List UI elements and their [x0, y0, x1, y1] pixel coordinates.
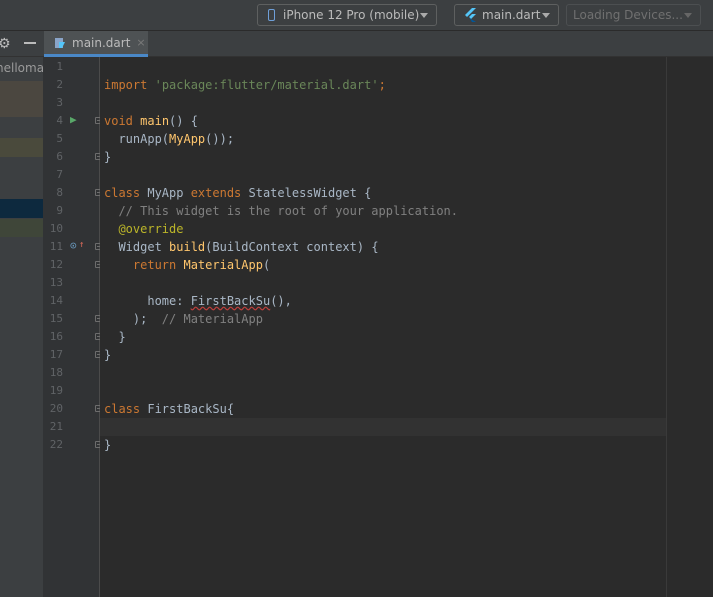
line-number: 17 [49, 348, 63, 361]
project-selected-row[interactable] [0, 199, 43, 218]
annotation: @override [104, 222, 184, 236]
line-number: 9 [56, 204, 63, 217]
line-number: 8 [56, 186, 63, 199]
phone-icon [268, 9, 275, 21]
function-name: main [140, 114, 170, 128]
loading-devices-dropdown[interactable]: Loading Devices... [566, 4, 701, 26]
code-text: runApp( [104, 132, 170, 146]
loading-devices-label: Loading Devices... [573, 8, 683, 22]
code-text: ( [262, 258, 271, 272]
project-highlight [0, 81, 43, 117]
chevron-down-icon [684, 13, 692, 18]
run-config-dropdown[interactable]: main.dart [454, 4, 559, 26]
line-number: 22 [49, 438, 63, 451]
line-number: 3 [56, 96, 63, 109]
run-icon[interactable]: ▶ [70, 111, 77, 129]
error-identifier: FirstBackSu [190, 294, 271, 308]
line-number: 2 [56, 78, 63, 91]
function-name: build [169, 240, 206, 254]
line-number: 19 [49, 384, 63, 397]
main-toolbar: iPhone 12 Pro (mobile) main.dart Loading… [0, 0, 713, 31]
line-number: 14 [49, 294, 63, 307]
code-line: home: FirstBackSu(), [104, 292, 292, 310]
code-line: void main() { [104, 112, 198, 130]
dart-file-icon [55, 37, 65, 48]
line-number: 7 [56, 168, 63, 181]
code-text: (BuildContext context) { [205, 240, 379, 254]
run-config-label: main.dart [482, 8, 541, 22]
line-number: 11 [49, 240, 63, 253]
minimize-icon[interactable] [24, 42, 36, 44]
tab-main-dart[interactable]: main.dart × [44, 31, 148, 57]
line-number: 16 [49, 330, 63, 343]
code-comment: // MaterialApp [147, 312, 263, 326]
code-text: ()); [205, 132, 235, 146]
keyword: class [104, 402, 141, 416]
arrow-up-icon: ↑ [79, 240, 85, 250]
code-text: FirstBackSu{ [140, 402, 235, 416]
line-number: 4 [56, 114, 63, 127]
device-selector-dropdown[interactable]: iPhone 12 Pro (mobile) [257, 4, 437, 26]
code-text: home: [104, 294, 191, 308]
function-name: MaterialApp [183, 258, 263, 272]
semicolon: ; [378, 78, 386, 92]
keyword: void [104, 114, 133, 128]
code-text: Widget [104, 240, 170, 254]
line-number: 6 [56, 150, 63, 163]
right-margin-guide [666, 57, 667, 597]
caret-line-highlight [100, 418, 666, 436]
project-highlight [0, 138, 43, 157]
keyword: class [104, 186, 141, 200]
code-line: ); // MaterialApp [104, 310, 263, 328]
line-number: 18 [49, 366, 63, 379]
code-text: () { [169, 114, 198, 128]
code-comment: // This widget is the root of your appli… [104, 204, 459, 218]
project-panel: hellomar [0, 57, 43, 597]
code-text: (), [270, 294, 292, 308]
close-icon[interactable]: × [136, 36, 145, 49]
flutter-icon [465, 8, 476, 22]
chevron-down-icon [420, 13, 428, 18]
code-line: class MyApp extends StatelessWidget { [104, 184, 371, 202]
line-number: 15 [49, 312, 63, 325]
line-number: 12 [49, 258, 63, 271]
line-number: 1 [56, 60, 63, 73]
line-number: 21 [49, 420, 63, 433]
line-number: 13 [49, 276, 63, 289]
line-number: 10 [49, 222, 63, 235]
code-line: return MaterialApp( [104, 256, 270, 274]
override-marker-icon[interactable]: ⊙ [70, 237, 77, 255]
chevron-down-icon [542, 13, 550, 18]
function-name: MyApp [169, 132, 206, 146]
code-line: Widget build(BuildContext context) { [104, 238, 379, 256]
code-line: import 'package:flutter/material.dart'; [104, 76, 386, 94]
code-line: } [104, 438, 112, 452]
code-text: StatelessWidget { [241, 186, 372, 200]
keyword: extends [190, 186, 242, 200]
code-line: runApp(MyApp()); [104, 130, 234, 148]
gear-icon[interactable]: ⚙ [0, 36, 11, 52]
device-selector-label: iPhone 12 Pro (mobile) [283, 8, 420, 22]
tab-label: main.dart [72, 35, 131, 50]
code-line: class FirstBackSu{ [104, 400, 234, 418]
code-text: MyApp [140, 186, 191, 200]
string-literal: 'package:flutter/material.dart' [154, 78, 379, 92]
code-line: } [104, 330, 126, 344]
project-highlight [0, 219, 43, 237]
keyword: import [104, 78, 148, 92]
project-name[interactable]: hellomar [0, 61, 43, 75]
code-line: } [104, 348, 112, 362]
code-line: } [104, 150, 112, 164]
code-text: ); [104, 312, 148, 326]
line-number: 20 [49, 402, 63, 415]
keyword: return [104, 258, 184, 272]
line-number: 5 [56, 132, 63, 145]
